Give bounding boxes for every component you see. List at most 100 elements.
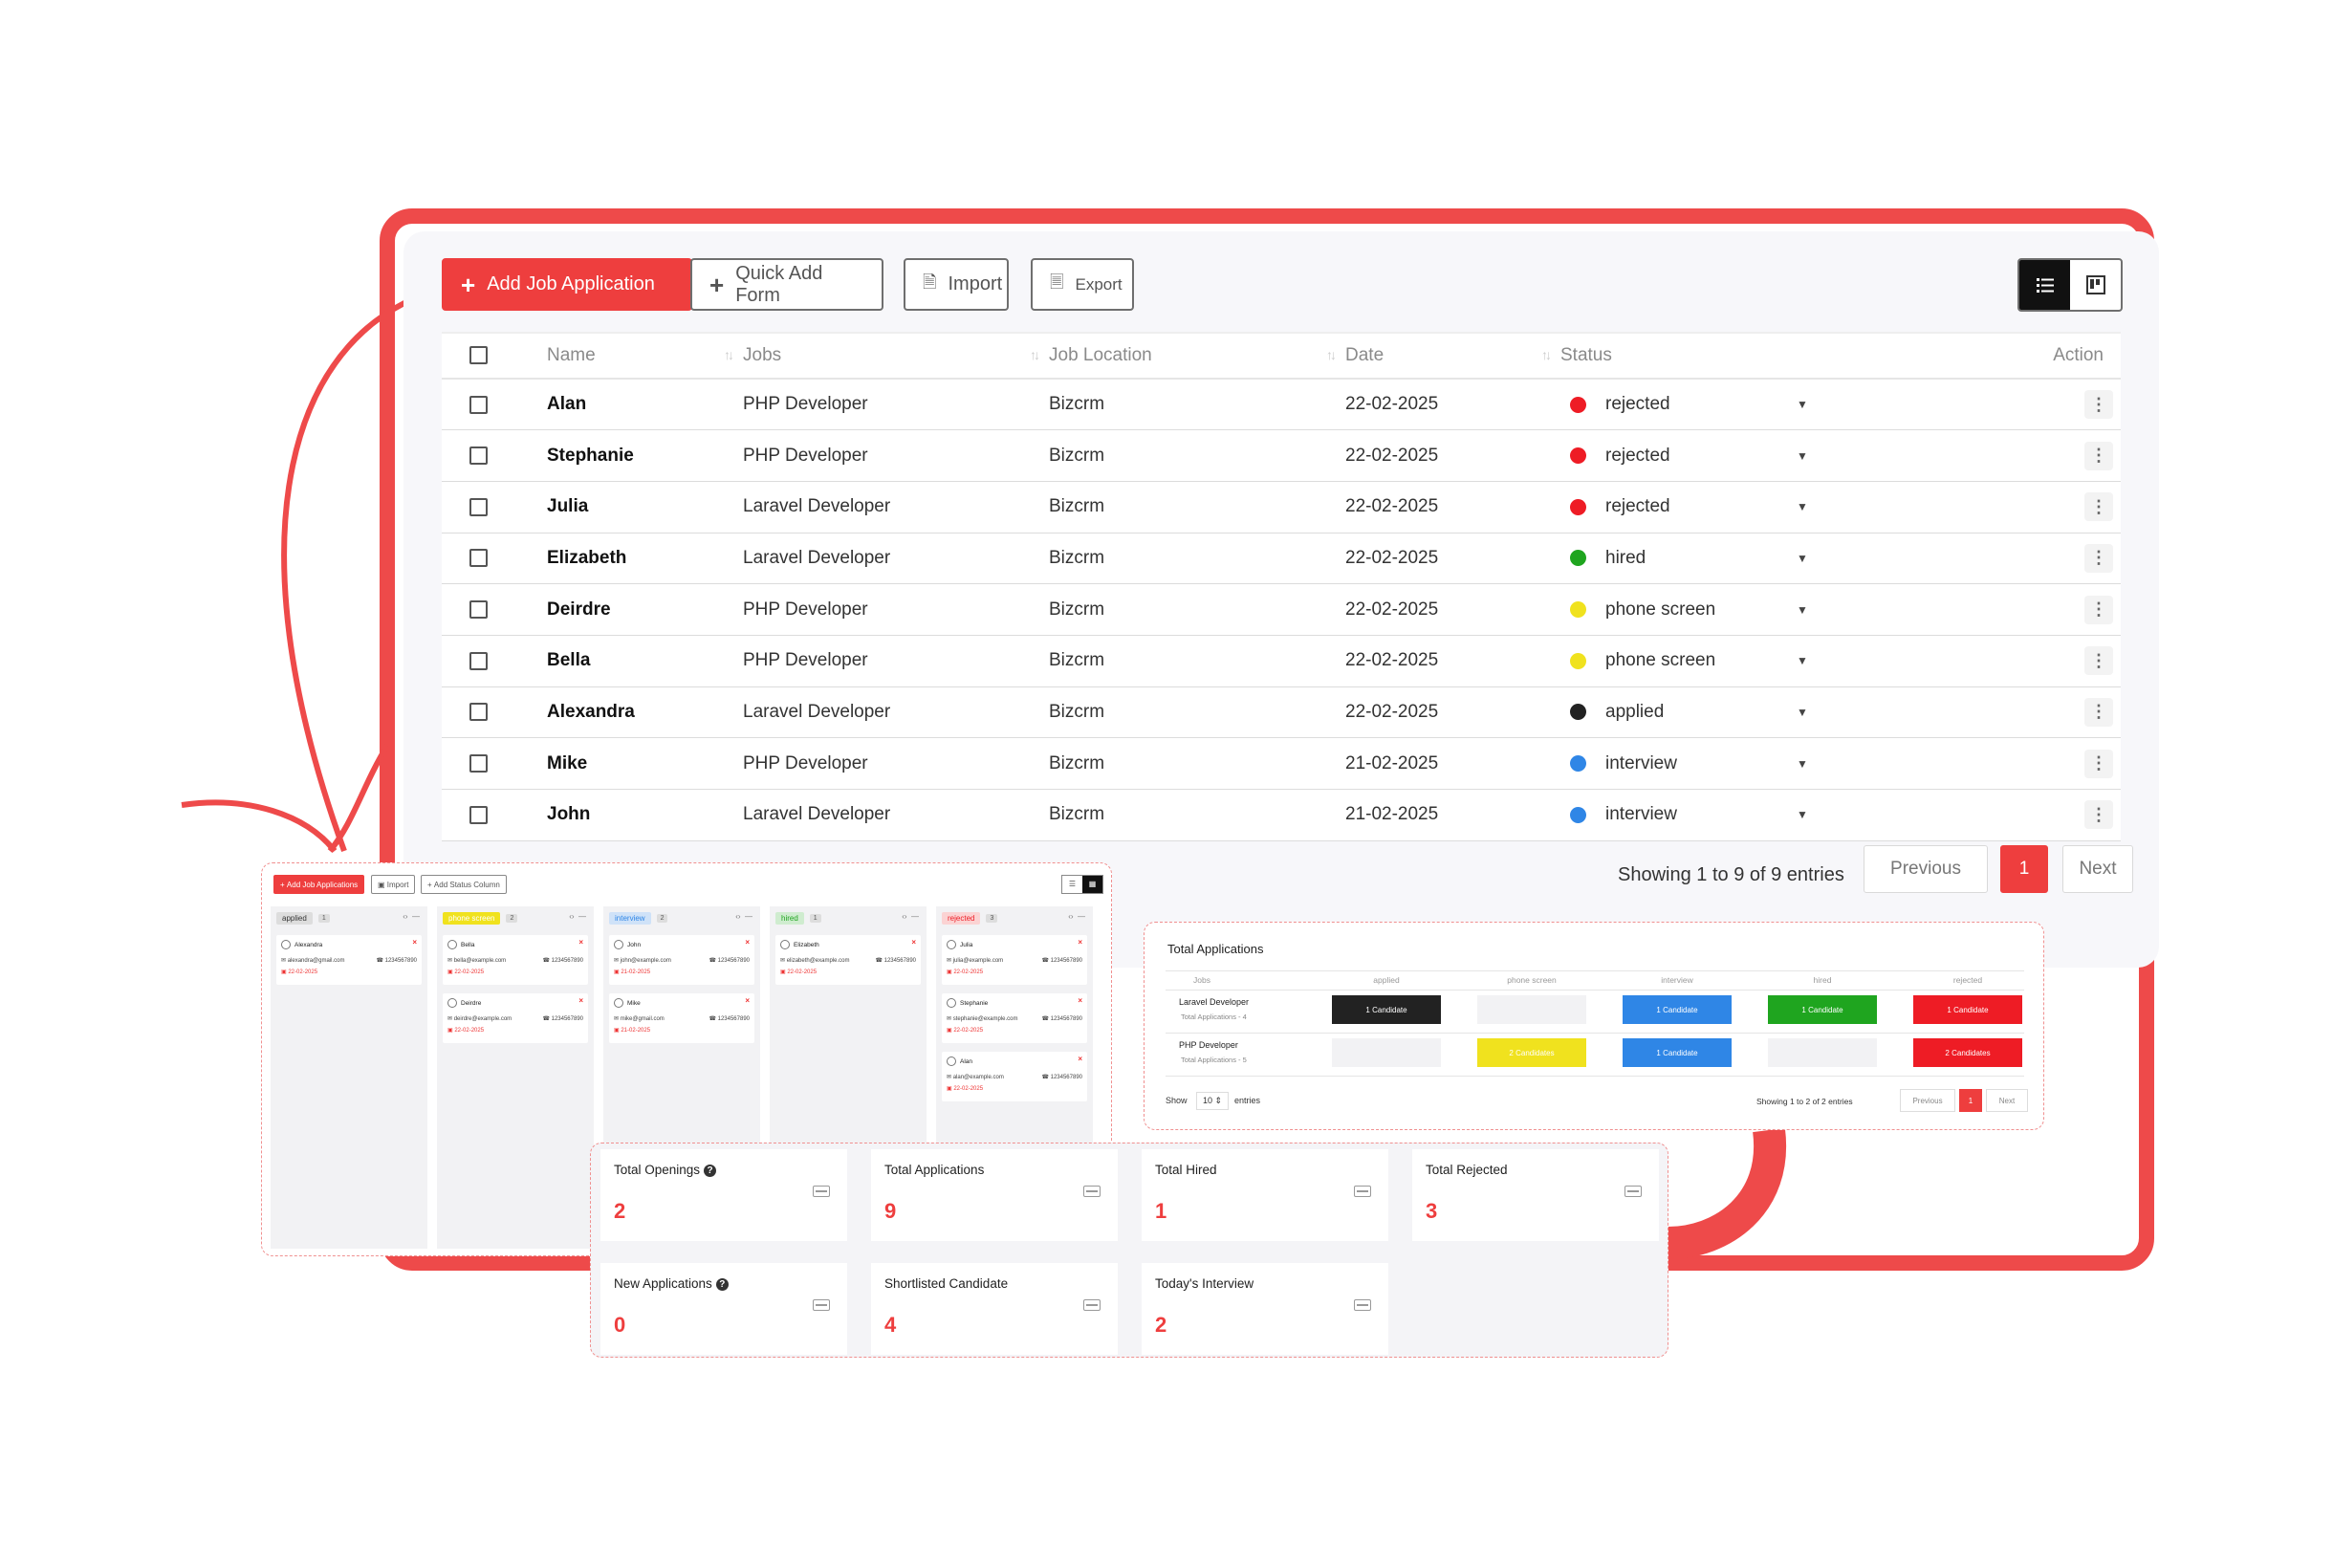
sort-icon[interactable]: ↑↓ — [1541, 347, 1552, 362]
caret-down-icon[interactable]: ▼ — [1797, 706, 1808, 719]
select-all-checkbox[interactable] — [469, 346, 488, 365]
list-view-icon[interactable]: ☰ — [1062, 876, 1082, 893]
kanban-card[interactable]: Mike × ✉ mike@gmail.com ☎ 1234567890 ▣ 21-02… — [609, 993, 754, 1043]
table-row[interactable]: Alexandra Laravel Developer Bizcrm 22-02-20… — [442, 686, 2121, 739]
caret-down-icon[interactable]: ▼ — [1797, 654, 1808, 667]
table-row[interactable]: Deirdre PHP Developer Bizcrm 22-02-2025 phon… — [442, 583, 2121, 636]
totals-candidate-cell[interactable]: 1 Candidate — [1332, 995, 1441, 1024]
status-cell[interactable]: applied ▼ — [1560, 686, 1987, 739]
table-row[interactable]: John Laravel Developer Bizcrm 21-02-2025 int… — [442, 789, 2121, 841]
kebab-icon[interactable]: ⋮ — [2084, 441, 2113, 470]
row-checkbox[interactable] — [469, 754, 488, 773]
close-icon[interactable]: × — [578, 996, 583, 1005]
sort-icon[interactable]: ↑↓ — [724, 347, 734, 362]
next-button[interactable]: Next — [2062, 845, 2133, 893]
totals-candidate-cell[interactable]: 1 Candidate — [1623, 1038, 1732, 1067]
row-checkbox[interactable] — [469, 805, 488, 824]
kanban-card[interactable]: Alexandra × ✉ alexandra@gmail.com ☎ 1234567… — [276, 935, 422, 985]
close-icon[interactable]: × — [745, 938, 750, 947]
page-size-select[interactable]: 10 ⇕ — [1196, 1092, 1230, 1110]
kanban-add-button[interactable]: + Add Job Applications — [273, 875, 365, 894]
kanban-card[interactable]: Julia × ✉ julia@example.com ☎ 1234567890 ▣ 2… — [942, 935, 1087, 985]
table-row[interactable]: Bella PHP Developer Bizcrm 22-02-2025 phone … — [442, 635, 2121, 687]
status-cell[interactable]: interview ▼ — [1560, 737, 1987, 790]
close-icon[interactable]: × — [578, 938, 583, 947]
close-icon[interactable]: × — [911, 938, 916, 947]
sort-icon[interactable]: ↑↓ — [1030, 347, 1040, 362]
row-checkbox[interactable] — [469, 651, 488, 670]
kanban-card[interactable]: Elizabeth × ✉ elizabeth@example.com ☎ 12345… — [775, 935, 921, 985]
kebab-icon[interactable]: ⋮ — [2084, 697, 2113, 727]
table-row[interactable]: Stephanie PHP Developer Bizcrm 22-02-2025 re… — [442, 429, 2121, 482]
help-icon[interactable]: ? — [704, 1164, 717, 1177]
kanban-column-menu-icon[interactable]: ‹› — — [1068, 912, 1085, 921]
export-button[interactable]: 🗏 Export — [1031, 258, 1134, 311]
table-row[interactable]: Elizabeth Laravel Developer Bizcrm 22-02-20… — [442, 533, 2121, 585]
status-cell[interactable]: phone screen ▼ — [1560, 635, 1987, 687]
status-cell[interactable]: rejected ▼ — [1560, 379, 1987, 431]
kanban-card[interactable]: John × ✉ john@example.com ☎ 1234567890 ▣ 21-… — [609, 935, 754, 985]
caret-down-icon[interactable]: ▼ — [1797, 398, 1808, 411]
caret-down-icon[interactable]: ▼ — [1797, 449, 1808, 463]
quick-add-form-button[interactable]: + Quick Add Form — [690, 258, 883, 311]
totals-candidate-cell[interactable]: 2 Candidates — [1477, 1038, 1586, 1067]
previous-button[interactable]: Previous — [1864, 845, 1988, 893]
close-icon[interactable]: × — [745, 996, 750, 1005]
kebab-icon[interactable]: ⋮ — [2084, 543, 2113, 573]
caret-down-icon[interactable]: ▼ — [1797, 808, 1808, 821]
header-date[interactable]: Date ↑↓ — [1345, 332, 1560, 380]
kebab-icon[interactable]: ⋮ — [2084, 595, 2113, 624]
kanban-import-button[interactable]: ▣ Import — [371, 875, 416, 894]
kanban-column-menu-icon[interactable]: ‹› — — [735, 912, 752, 921]
kebab-icon[interactable]: ⋮ — [2084, 646, 2113, 676]
kebab-icon[interactable]: ⋮ — [2084, 390, 2113, 420]
table-row[interactable]: Mike PHP Developer Bizcrm 21-02-2025 intervi… — [442, 737, 2121, 790]
help-icon[interactable]: ? — [715, 1277, 729, 1291]
caret-down-icon[interactable]: ▼ — [1797, 603, 1808, 617]
totals-previous-button[interactable]: Previous — [1900, 1089, 1955, 1112]
kebab-icon[interactable]: ⋮ — [2084, 749, 2113, 778]
status-cell[interactable]: interview ▼ — [1560, 789, 1987, 841]
page-1-button[interactable]: 1 — [2000, 845, 2048, 893]
header-name[interactable]: Name ↑↓ — [547, 332, 743, 380]
kanban-column-menu-icon[interactable]: ‹› — — [902, 912, 919, 921]
status-cell[interactable]: rejected ▼ — [1560, 481, 1987, 534]
table-row[interactable]: Julia Laravel Developer Bizcrm 22-02-2025 re… — [442, 481, 2121, 534]
add-job-application-button[interactable]: + Add Job Application — [442, 258, 692, 311]
kanban-column-menu-icon[interactable]: ‹› — — [403, 912, 420, 921]
board-view-icon[interactable] — [2070, 260, 2121, 310]
board-view-icon[interactable]: ▦ — [1082, 876, 1102, 893]
kanban-card[interactable]: Alan × ✉ alan@example.com ☎ 1234567890 ▣ 22-… — [942, 1052, 1087, 1101]
status-cell[interactable]: rejected ▼ — [1560, 429, 1987, 482]
kanban-card[interactable]: Bella × ✉ bella@example.com ☎ 1234567890 ▣ 2… — [443, 935, 588, 985]
table-row[interactable]: Alan PHP Developer Bizcrm 22-02-2025 rejecte… — [442, 379, 2121, 431]
row-checkbox[interactable] — [469, 703, 488, 722]
totals-next-button[interactable]: Next — [1986, 1089, 2028, 1112]
row-checkbox[interactable] — [469, 600, 488, 620]
kebab-icon[interactable]: ⋮ — [2084, 492, 2113, 522]
list-view-icon[interactable] — [2019, 260, 2070, 310]
caret-down-icon[interactable]: ▼ — [1797, 757, 1808, 771]
kanban-add-status-button[interactable]: + Add Status Column — [421, 875, 507, 894]
header-jobs[interactable]: Jobs ↑↓ — [743, 332, 1049, 380]
totals-candidate-cell[interactable]: 1 Candidate — [1623, 995, 1732, 1024]
close-icon[interactable]: × — [1078, 1055, 1082, 1063]
row-checkbox[interactable] — [469, 395, 488, 414]
caret-down-icon[interactable]: ▼ — [1797, 552, 1808, 565]
totals-candidate-cell[interactable]: 2 Candidates — [1913, 1038, 2022, 1067]
close-icon[interactable]: × — [1078, 996, 1082, 1005]
kanban-card[interactable]: Stephanie × ✉ stephanie@example.com ☎ 12345… — [942, 993, 1087, 1043]
caret-down-icon[interactable]: ▼ — [1797, 500, 1808, 513]
totals-candidate-cell[interactable]: 1 Candidate — [1768, 995, 1877, 1024]
status-cell[interactable]: hired ▼ — [1560, 533, 1987, 585]
totals-candidate-cell[interactable]: 1 Candidate — [1913, 995, 2022, 1024]
status-cell[interactable]: phone screen ▼ — [1560, 583, 1987, 636]
header-job-location[interactable]: Job Location ↑↓ — [1049, 332, 1345, 380]
totals-page-1-button[interactable]: 1 — [1959, 1089, 1982, 1112]
row-checkbox[interactable] — [469, 549, 488, 568]
kanban-card[interactable]: Deirdre × ✉ deirdre@example.com ☎ 123456789… — [443, 993, 588, 1043]
kebab-icon[interactable]: ⋮ — [2084, 800, 2113, 830]
row-checkbox[interactable] — [469, 497, 488, 516]
sort-icon[interactable]: ↑↓ — [1326, 347, 1337, 362]
kanban-column-menu-icon[interactable]: ‹› — — [569, 912, 586, 921]
